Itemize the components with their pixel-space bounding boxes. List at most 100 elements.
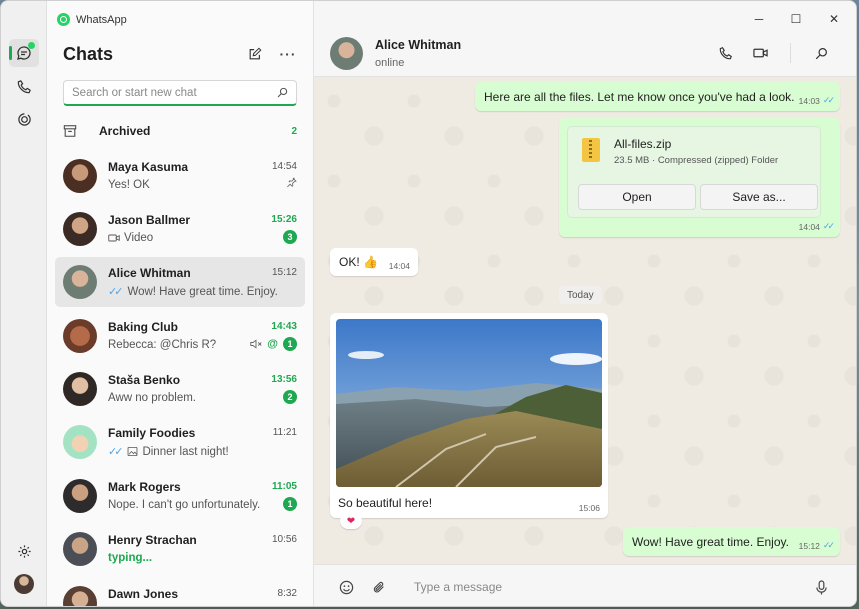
open-file-button[interactable]: Open [578,184,696,210]
conversation-pane: Alice Whitman online ─ ☐ ✕ Here are all … [314,1,856,606]
message-time: 15:12 [798,540,820,551]
settings-nav-button[interactable] [9,537,39,565]
unread-badge: 1 [283,497,297,511]
message-bubble-file: All-files.zip 23.5 MB · Compressed (zipp… [559,118,840,237]
message-time: 14:04 [388,261,410,271]
chat-name: Henry Strachan [108,533,197,547]
search-chat-button[interactable] [811,43,831,63]
minimize-button[interactable]: ─ [750,10,768,28]
chat-item-jason-ballmer[interactable]: Jason Ballmer 15:26 Video 3 [55,204,305,254]
read-ticks-icon: ✓✓ [108,446,124,458]
video-call-button[interactable] [750,43,770,63]
chat-item-family-foodies[interactable]: Family Foodies 11:21 ✓✓ Dinner last nigh… [55,417,305,467]
message-bubble-photo[interactable]: So beautiful here! 15:06 [330,313,608,518]
read-ticks-icon: ✓✓ [108,286,124,298]
maximize-button[interactable]: ☐ [787,10,805,28]
zip-file-icon [582,138,600,162]
save-as-button[interactable]: Save as... [700,184,818,210]
chat-preview-text: Nope. I can't go unfortunately. [108,499,261,511]
video-icon [108,234,120,242]
chat-meta: 2 [283,390,297,404]
chat-time: 8:32 [277,588,297,599]
more-icon: ··· [279,46,297,62]
search-icon [815,47,827,59]
new-chat-button[interactable] [245,44,265,64]
paperclip-icon [373,581,384,592]
chat-time: 14:43 [271,321,297,332]
app-title-bar: WhatsApp [57,13,127,26]
message-time: 15:06 [578,503,600,513]
close-icon: ✕ [828,12,840,26]
avatar [63,425,97,459]
conversation-header: Alice Whitman online ─ ☐ ✕ [314,1,856,77]
search-icon [277,87,288,98]
avatar[interactable] [330,37,363,70]
minimize-icon: ─ [754,12,764,26]
message-bubble-outgoing[interactable]: Here are all the files. Let me know once… [475,82,840,111]
app-window: WhatsApp Chats ··· Archived 2 Maya Kasum… [0,0,857,607]
chat-meta: 3 [283,230,297,244]
chat-preview: Rebecca: @Chris R? [108,339,216,351]
chat-time: 11:05 [271,481,297,492]
avatar [63,212,97,246]
chat-item-dawn-jones[interactable]: Dawn Jones 8:32 [55,578,305,606]
emoji-icon [339,580,353,594]
chat-preview: Nope. I can't go unfortunately. [108,499,260,511]
voice-call-button[interactable] [716,43,736,63]
chat-item-henry-strachan[interactable]: Henry Strachan 10:56 typing... [55,524,305,574]
photo-icon [128,446,138,457]
chat-meta: 1 [283,497,297,511]
avatar [63,372,97,406]
read-ticks-icon: ✓✓ [822,221,835,231]
emoji-button[interactable] [336,577,356,597]
chat-item-stasa-benko[interactable]: Staša Benko 13:56 Aww no problem. 2 [55,364,305,414]
more-options-button[interactable]: ··· [278,44,298,64]
archived-label: Archived [99,124,151,138]
avatar [63,159,97,193]
chat-name: Jason Ballmer [108,213,191,227]
chat-item-baking-club[interactable]: Baking Club 14:43 Rebecca: @Chris R? @ 1 [55,311,305,361]
message-meta: 14:03 ✓✓ [799,95,835,106]
mountain-photo [336,319,602,487]
calls-nav-button[interactable] [9,72,39,100]
message-bubble-outgoing[interactable]: Wow! Have great time. Enjoy. 15:12 ✓✓ [623,527,840,556]
compose-icon [249,47,262,60]
search-input[interactable] [72,86,277,99]
unread-badge: 2 [283,390,297,404]
chat-preview-text: Yes! OK [108,179,150,191]
contact-name[interactable]: Alice Whitman [375,38,461,52]
message-composer [314,564,856,606]
date-separator: Today [559,286,602,304]
profile-nav-button[interactable] [9,570,39,598]
file-attachment[interactable]: All-files.zip 23.5 MB · Compressed (zipp… [567,126,821,218]
chat-item-mark-rogers[interactable]: Mark Rogers 11:05 Nope. I can't go unfor… [55,471,305,521]
message-input[interactable] [414,578,794,596]
chat-meta: @ 1 [250,337,297,351]
archive-icon [63,125,77,137]
chat-time: 10:56 [271,534,297,545]
active-indicator [9,46,12,60]
unread-dot [28,42,35,49]
status-icon [17,112,31,126]
chat-item-alice-whitman[interactable]: Alice Whitman 15:12 ✓✓ Wow! Have great t… [55,257,305,307]
voice-message-button[interactable] [811,577,831,597]
chats-nav-button[interactable] [9,39,39,67]
file-name: All-files.zip [614,137,672,151]
chat-time: 13:56 [271,374,297,385]
attach-button[interactable] [369,577,389,597]
message-bubble-incoming[interactable]: OK! 👍 14:04 [330,248,418,276]
close-button[interactable]: ✕ [825,10,843,28]
chat-preview: Video [108,232,153,244]
chat-preview-text: Video [124,232,154,244]
photo-attachment[interactable] [336,319,602,487]
chat-preview: ✓✓ Dinner last night! [108,445,229,459]
chat-name: Maya Kasuma [108,160,189,174]
heart-reaction-icon[interactable]: ❤ [340,513,362,529]
chat-name: Dawn Jones [108,587,179,601]
avatar [63,586,97,606]
archived-row[interactable]: Archived 2 [63,120,297,142]
status-nav-button[interactable] [9,105,39,133]
chat-item-maya-kasuma[interactable]: Maya Kasuma 14:54 Yes! OK [55,151,305,201]
file-meta: 23.5 MB · Compressed (zipped) Folder [614,155,779,166]
message-time: 14:04 [798,221,820,232]
